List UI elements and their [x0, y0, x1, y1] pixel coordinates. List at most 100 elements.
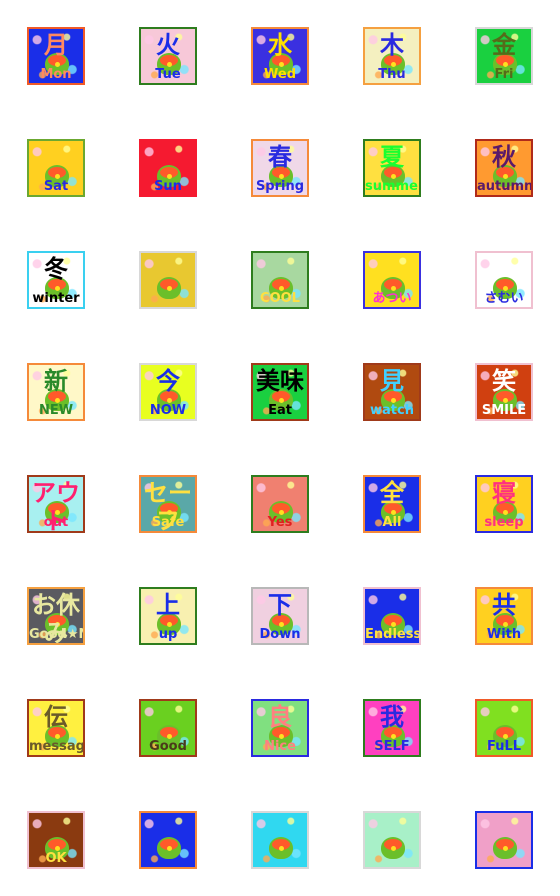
- sticker-label: watch: [370, 403, 414, 418]
- sticker-tile[interactable]: [139, 811, 197, 869]
- sticker-label: sleep: [484, 515, 524, 530]
- sticker-label: NOW: [149, 403, 187, 418]
- sticker-tile[interactable]: [251, 811, 309, 869]
- sticker-label: Safe: [151, 515, 185, 530]
- sticker-tile[interactable]: お休み Good★Night: [27, 587, 85, 645]
- sticker-tile[interactable]: 美味 Eat: [251, 363, 309, 421]
- sticker-label: winter: [32, 291, 80, 306]
- sticker-label: SMILE: [481, 403, 527, 418]
- sticker-label: Yes: [267, 515, 293, 530]
- sticker-tile[interactable]: FuLL: [475, 699, 533, 757]
- sticker-label: OK: [45, 851, 67, 866]
- sticker-kanji: 見: [380, 367, 404, 395]
- sticker-label: さむい: [484, 291, 524, 306]
- sticker-label: Endless: [365, 627, 421, 642]
- sticker-tile[interactable]: 我 SELF: [363, 699, 421, 757]
- sticker-tile[interactable]: あつい: [363, 251, 421, 309]
- sticker-label: Down: [259, 627, 301, 642]
- sticker-tile[interactable]: OK: [27, 811, 85, 869]
- sticker-tile[interactable]: 夏 summer: [363, 139, 421, 197]
- sticker-tile[interactable]: セーフ Safe: [139, 475, 197, 533]
- sticker-label: FuLL: [486, 739, 522, 754]
- sticker-kanji: 今: [156, 367, 180, 395]
- sticker-tile[interactable]: Yes: [251, 475, 309, 533]
- sticker-label: With: [486, 627, 522, 642]
- sticker-kanji: 寝: [492, 479, 516, 507]
- sticker-tile[interactable]: 水 Wed: [251, 27, 309, 85]
- sticker-tile[interactable]: 寝 sleep: [475, 475, 533, 533]
- sticker-kanji: 上: [156, 591, 180, 619]
- lovebird-icon: [157, 837, 181, 859]
- sticker-tile[interactable]: COOL: [251, 251, 309, 309]
- sticker-label: Good: [149, 739, 187, 754]
- sticker-tile[interactable]: 新 NEW: [27, 363, 85, 421]
- sticker-kanji: 秋: [492, 143, 516, 171]
- sticker-kanji: 共: [492, 591, 516, 619]
- sticker-tile[interactable]: 全 All: [363, 475, 421, 533]
- sticker-label: Fri: [494, 67, 514, 82]
- sticker-label: Mon: [40, 67, 72, 82]
- sticker-kanji: 我: [380, 703, 404, 731]
- lovebird-icon: [381, 837, 405, 859]
- sticker-label: Nice: [264, 739, 296, 754]
- sticker-tile[interactable]: 上 up: [139, 587, 197, 645]
- sticker-kanji: 月: [44, 31, 68, 59]
- sticker-label: up: [158, 627, 178, 642]
- sticker-tile[interactable]: 冬 winter: [27, 251, 85, 309]
- sticker-tile[interactable]: 見 watch: [363, 363, 421, 421]
- sticker-label: out: [43, 515, 69, 530]
- sticker-label: Tue: [155, 67, 181, 82]
- lovebird-icon: [493, 837, 517, 859]
- sticker-tile[interactable]: Good: [139, 699, 197, 757]
- sticker-kanji: 木: [380, 31, 404, 59]
- sticker-kanji: 美味: [256, 367, 304, 395]
- sticker-tile[interactable]: 木 Thu: [363, 27, 421, 85]
- sticker-label: NEW: [38, 403, 74, 418]
- sticker-tile[interactable]: 金 Fri: [475, 27, 533, 85]
- sticker-label: Spring: [255, 179, 305, 194]
- sticker-tile[interactable]: 共 With: [475, 587, 533, 645]
- sticker-kanji: 春: [268, 143, 292, 171]
- sticker-label: あつい: [372, 291, 412, 306]
- sticker-tile[interactable]: [475, 811, 533, 869]
- sticker-kanji: 全: [380, 479, 404, 507]
- sticker-label: Wed: [264, 67, 296, 82]
- sticker-tile[interactable]: 秋 autumn: [475, 139, 533, 197]
- sticker-tile[interactable]: アウト out: [27, 475, 85, 533]
- lovebird-icon: [157, 277, 181, 299]
- sticker-tile[interactable]: 良 Nice: [251, 699, 309, 757]
- sticker-kanji: 水: [268, 31, 292, 59]
- sticker-label: COOL: [260, 291, 300, 306]
- sticker-tile[interactable]: 火 Tue: [139, 27, 197, 85]
- sticker-kanji: 下: [268, 591, 292, 619]
- sticker-kanji: 火: [156, 31, 180, 59]
- sticker-tile[interactable]: Endless: [363, 587, 421, 645]
- sticker-kanji: 冬: [44, 255, 68, 283]
- sticker-tile[interactable]: 伝 message: [27, 699, 85, 757]
- sticker-tile[interactable]: 春 Spring: [251, 139, 309, 197]
- sticker-tile[interactable]: 今 NOW: [139, 363, 197, 421]
- sticker-tile[interactable]: [139, 251, 197, 309]
- sticker-tile[interactable]: Sun: [139, 139, 197, 197]
- sticker-label: message: [29, 739, 85, 754]
- sticker-tile[interactable]: 月 Mon: [27, 27, 85, 85]
- sticker-kanji: 夏: [380, 143, 404, 171]
- lovebird-icon: [269, 837, 293, 859]
- sticker-tile[interactable]: 笑 SMILE: [475, 363, 533, 421]
- sticker-tile[interactable]: さむい: [475, 251, 533, 309]
- sticker-kanji: 良: [268, 703, 292, 731]
- sticker-kanji: 新: [44, 367, 68, 395]
- sticker-label: All: [382, 515, 402, 530]
- sticker-kanji: 金: [492, 31, 516, 59]
- sticker-kanji: 笑: [492, 367, 516, 395]
- sticker-tile[interactable]: Sat: [27, 139, 85, 197]
- sticker-label: summer: [365, 179, 421, 194]
- sticker-label: Sun: [154, 179, 182, 194]
- sticker-label: Thu: [378, 67, 406, 82]
- sticker-label: Eat: [268, 403, 292, 418]
- sticker-label: autumn: [477, 179, 533, 194]
- sticker-tile[interactable]: 下 Down: [251, 587, 309, 645]
- sticker-label: Sat: [43, 179, 69, 194]
- sticker-tile[interactable]: [363, 811, 421, 869]
- sticker-label: SELF: [374, 739, 410, 754]
